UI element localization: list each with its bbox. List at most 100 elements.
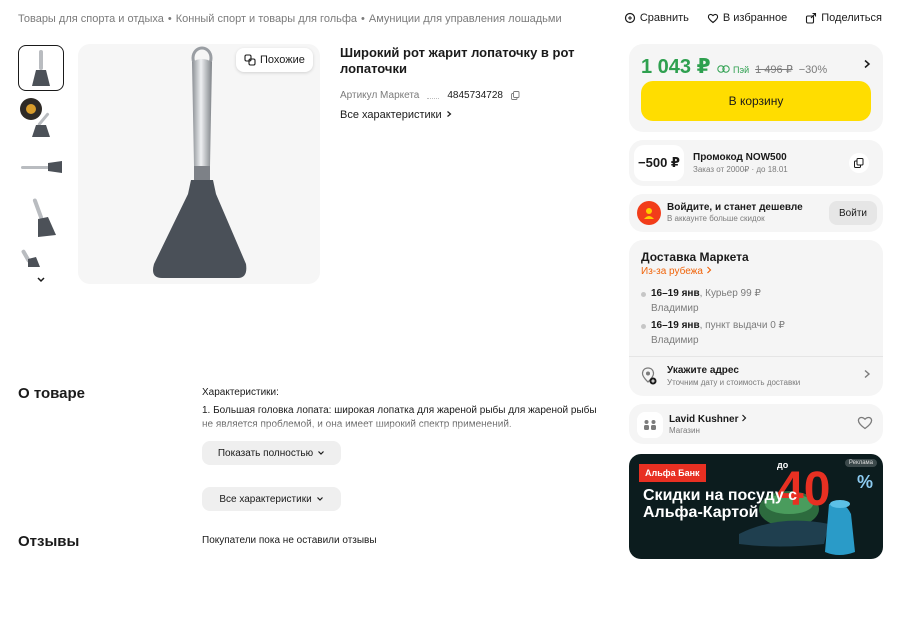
sku-leader-dots [427,98,440,99]
location-pin-icon [641,367,657,390]
set-address-button[interactable] [863,368,871,382]
similar-icon [244,54,256,66]
breadcrumb: Товары для спорта и отдыха • Конный спорт … [18,13,562,25]
spatula-image [153,46,247,278]
chevron-right-icon [742,414,747,422]
show-full-button[interactable]: Показать полностью [202,441,341,465]
all-characteristics-button[interactable]: Все характеристики [202,487,341,511]
delivery-card: Доставка Маркета Из-за рубежа 16–19 янв,… [629,240,883,396]
all-characteristics-label: Все характеристики [340,109,442,121]
spatula-partial-thumbnail-image [21,249,40,267]
pay-icon [716,65,730,73]
ad-banner[interactable]: Альфа Банк Реклама до 40 % Скидки на пос… [629,454,883,559]
chevron-right-icon [706,266,712,274]
delivery-method: , пункт выдачи 0 ₽ [699,320,785,331]
shop-type: Магазин [669,426,700,435]
reviews-empty-text: Покупатели пока не оставили отзывы [202,535,377,546]
chevron-down-icon [37,277,45,283]
favorites-label: В избранное [722,12,788,24]
delivery-origin-label: Из-за рубежа [641,266,703,277]
compare-icon [624,12,635,24]
breadcrumb-item-sport[interactable]: Товары для спорта и отдыха [18,13,164,25]
favorites-button[interactable]: В избранное [707,12,787,24]
share-icon [806,12,817,24]
spatula-in-pan-thumbnail-image [20,98,50,137]
thumbnail-3[interactable] [18,145,64,191]
show-full-label: Показать полностью [217,447,314,459]
breadcrumb-separator: • [167,13,172,25]
pay-label: Пэй [733,65,750,75]
shop-logo-icon [637,412,663,438]
breadcrumb-separator: • [361,13,365,25]
price-details-button[interactable] [863,58,871,72]
price-row: 1 043 ₽ Пэй 1 496 ₽ −30% [641,54,827,79]
characteristics-label: Характеристики: [202,387,279,398]
delivery-option-dot [641,292,646,297]
delivery-origin-link[interactable]: Из-за рубежа [641,266,712,277]
copy-promo-button[interactable] [849,153,869,173]
reviews-heading: Отзывы [18,533,80,550]
price: 1 043 ₽ [641,56,711,78]
promo-subtitle: Заказ от 2000₽ · до 18.01 [693,165,788,174]
text-fade [202,418,602,434]
about-heading: О товаре [18,385,86,402]
thumbnail-list [18,45,64,289]
old-price: 1 496 ₽ [755,64,793,76]
thumbnail-4[interactable] [18,195,64,241]
favorite-shop-button[interactable] [857,415,873,435]
thumbnails-scroll-down-button[interactable] [18,271,64,289]
alfa-bank-logo: Альфа Банк [639,464,706,482]
copy-icon [854,158,864,168]
thumbnail-2[interactable] [18,95,64,141]
shop-card: Lavid Kushner Магазин [629,404,883,444]
delivery-option-courier: 16–19 янв, Курьер 99 ₽ Владимир [651,286,761,316]
shop-name-link[interactable]: Lavid Kushner [669,414,747,425]
spatula-thumbnail-image [32,50,50,86]
delivery-dates: 16–19 янв [651,288,700,299]
heart-icon [707,13,719,24]
set-address-subtitle: Уточним дату и стоимость доставки [667,378,801,387]
login-card: Войдите, и станет дешевле В аккаунте бол… [629,194,883,232]
pay-badge: Пэй [716,65,750,75]
sku-value: 4845734728 [447,90,503,101]
user-avatar-icon [637,201,661,225]
heart-icon [857,416,873,430]
delivery-option-dot [641,324,646,329]
delivery-city: Владимир [651,335,699,346]
discount-badge: −30% [798,64,828,76]
chevron-right-icon [864,59,871,69]
breadcrumb-item-ammunition[interactable]: Амуниции для управления лошадьми [369,13,562,25]
login-title: Войдите, и станет дешевле [667,202,803,213]
set-address-link[interactable]: Укажите адрес [667,365,739,376]
similar-products-button[interactable]: Похожие [236,48,313,72]
similar-label: Похожие [260,54,305,66]
all-characteristics-link[interactable]: Все характеристики [340,109,453,121]
compare-button[interactable]: Сравнить [624,12,689,24]
compare-label: Сравнить [639,12,689,24]
delivery-title: Доставка Маркета [641,250,749,264]
all-characteristics-label: Все характеристики [219,493,312,505]
thumbnail-5[interactable] [18,245,64,267]
banner-headline: Скидки на посуду с Альфа-Картой [643,487,798,521]
price-card: 1 043 ₽ Пэй 1 496 ₽ −30% В корзину [629,44,883,132]
delivery-option-pickup: 16–19 янв, пункт выдачи 0 ₽ Владимир [651,318,785,348]
divider [629,356,883,357]
delivery-dates: 16–19 янв [651,320,700,331]
sku-label: Артикул Маркета [340,90,420,101]
login-subtitle: В аккаунте больше скидок [667,214,765,223]
chevron-down-icon [316,497,323,501]
login-button[interactable]: Войти [829,201,877,225]
product-main-image[interactable] [78,44,320,284]
share-label: Поделиться [821,12,882,24]
promo-title: Промокод NOW500 [693,152,787,163]
copy-icon[interactable] [511,91,520,100]
banner-percent: % [857,472,874,492]
thumbnail-1[interactable] [18,45,64,91]
promo-discount-badge: −500 ₽ [634,145,684,181]
sku-row: Артикул Маркета 4845734728 [340,90,520,101]
add-to-cart-button[interactable]: В корзину [641,81,871,121]
chevron-right-icon [446,111,452,117]
share-button[interactable]: Поделиться [805,12,882,24]
spatula-angle-thumbnail-image [32,198,56,237]
breadcrumb-item-horse-golf[interactable]: Конный спорт и товары для гольфа [176,13,357,25]
